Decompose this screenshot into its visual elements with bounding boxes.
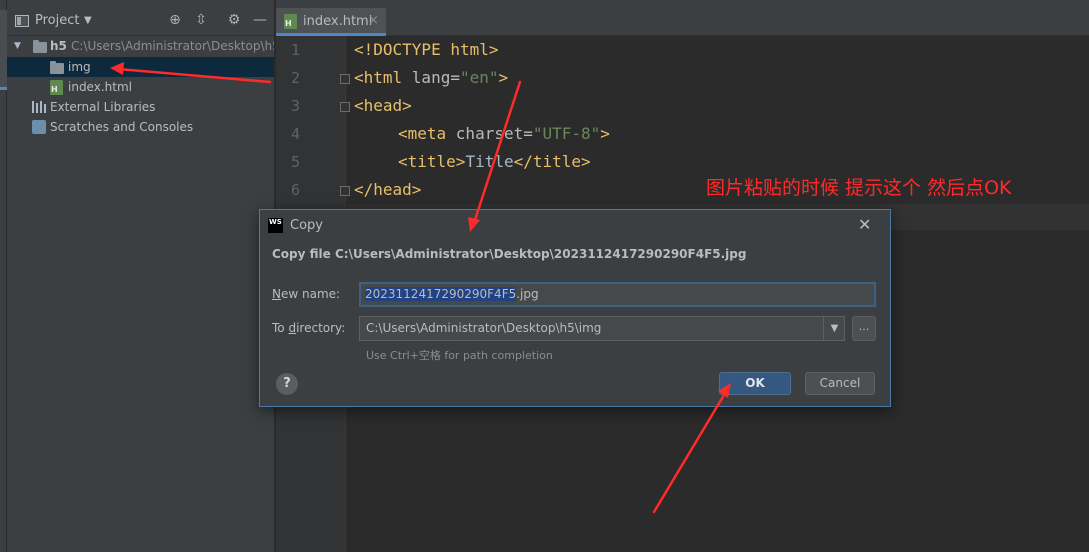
tree-item-label: External Libraries [50,100,156,114]
html-file-icon [284,14,297,29]
tab-label: index.html [303,14,373,29]
chevron-down-icon[interactable]: ▼ [84,15,92,26]
code-token: > [498,68,509,87]
scratches-icon [32,120,46,134]
code-line-3[interactable]: <head> [354,96,412,115]
label-mnemonic: d [288,321,297,335]
code-token: <html [354,68,412,87]
editor-tab-index-html[interactable]: index.html × [276,8,386,36]
label-text: To [272,321,289,335]
ok-button[interactable]: OK [719,372,791,395]
tree-root-name: h5 [50,39,67,53]
fold-marker-icon[interactable] [340,74,350,84]
fold-marker-icon[interactable] [340,102,350,112]
code-line-2[interactable]: <html lang="en"> [354,68,508,87]
code-line-6[interactable]: </head> [354,180,421,199]
editor-tab-bar: index.html × [276,0,1089,36]
code-token: </head> [354,180,422,199]
selected-text: 2023112417290290F4F5 [365,287,517,301]
gear-icon[interactable]: ⚙ [226,12,242,28]
chevron-down-icon[interactable]: ▼ [823,316,845,341]
tree-item-external-libraries[interactable]: External Libraries [7,97,274,117]
collapse-all-icon[interactable]: ⇳ [193,12,209,28]
project-view-icon [15,15,29,27]
line-number: 2 [290,69,300,87]
to-directory-combo[interactable]: C:\Users\Administrator\Desktop\h5\img [359,316,845,341]
line-number: 1 [290,41,300,59]
browse-button[interactable]: ... [852,316,876,341]
project-view-title[interactable]: Project [35,13,79,28]
annotation-text: 图片粘贴的时候 提示这个 然后点OK [706,177,1012,199]
tree-item-label: index.html [68,80,132,94]
code-token: </title> [513,152,591,171]
code-token: charset= [455,124,533,143]
line-number: 5 [290,153,300,171]
folder-icon [33,40,47,53]
code-token: <title> [398,152,466,171]
code-line-1[interactable]: <!DOCTYPE html> [354,40,499,59]
to-directory-label: To directory: [272,321,345,335]
code-token: "en" [459,68,499,87]
project-tool-tab[interactable] [0,10,7,90]
tree-item-scratches[interactable]: Scratches and Consoles [7,117,274,137]
code-line-4[interactable]: <meta charset="UTF-8"> [398,124,610,143]
webstorm-logo-icon: WS [268,218,283,233]
chevron-down-icon[interactable]: ▼ [14,36,21,56]
cancel-button[interactable]: Cancel [805,372,875,395]
label-mnemonic: N [272,287,281,301]
code-token: <!DOCTYPE html> [354,40,499,59]
input-text: .jpg [516,287,539,301]
code-line-5[interactable]: <title>Title</title> [398,152,591,171]
code-token: lang= [411,68,460,87]
project-panel: Project ▼ ⊕ ⇳ ⚙ — ▼ h5 C:\Users\Administ… [7,0,275,552]
hide-icon[interactable]: — [252,12,268,28]
code-token: Title [465,152,514,171]
copy-dialog: WS Copy ✕ Copy file C:\Users\Administrat… [259,209,891,407]
path-completion-hint: Use Ctrl+空格 for path completion [366,349,553,362]
code-token: <meta [398,124,456,143]
folder-icon [50,61,64,74]
locate-icon[interactable]: ⊕ [167,12,183,28]
label-text: irectory: [296,321,346,335]
library-icon [32,101,47,113]
fold-marker-icon[interactable] [340,186,350,196]
tree-item-h5[interactable]: ▼ h5 C:\Users\Administrator\Desktop\h5 [7,36,275,56]
tool-window-strip [0,0,7,552]
dialog-title-bar[interactable]: WS Copy ✕ [260,210,890,240]
help-button[interactable]: ? [276,373,298,395]
code-token: <head> [354,96,412,115]
close-icon[interactable]: ✕ [858,215,871,234]
close-icon[interactable]: × [368,13,379,28]
dialog-title: Copy [290,218,323,233]
tree-item-index-html[interactable]: index.html [7,77,274,97]
tree-item-img[interactable]: img [7,57,274,77]
code-token: > [600,124,610,143]
copy-file-heading: Copy file C:\Users\Administrator\Desktop… [272,247,747,261]
label-text: ew name: [280,287,341,301]
project-panel-header: Project ▼ ⊕ ⇳ ⚙ — [7,0,274,36]
new-name-label: New name: [272,287,340,301]
line-number: 4 [290,125,300,143]
code-token: "UTF-8" [532,124,601,143]
tree-root-path: C:\Users\Administrator\Desktop\h5 [71,39,275,53]
tree-item-label: Scratches and Consoles [50,120,194,134]
line-number: 3 [290,97,300,115]
new-name-input[interactable]: 2023112417290290F4F5.jpg [359,282,876,307]
tree-item-label: img [68,60,91,74]
line-number: 6 [290,181,300,199]
html-file-icon [50,80,63,95]
